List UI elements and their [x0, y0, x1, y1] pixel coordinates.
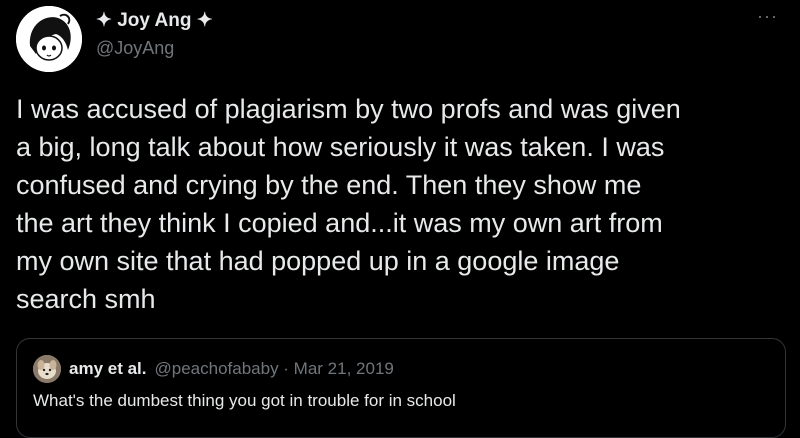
tweet-text-line: a big, long talk about how seriously it …: [16, 132, 665, 162]
tweet-text: I was accused of plagiarism by two profs…: [16, 90, 788, 318]
quoted-tweet-header: amy et al. @peachofababy · Mar 21, 2019: [33, 355, 394, 383]
author-handle[interactable]: @JoyAng: [96, 38, 213, 58]
more-options-icon[interactable]: ···: [757, 6, 778, 27]
tweet-text-line: the art they think I copied and...it was…: [16, 208, 663, 238]
quoted-author-meta[interactable]: @peachofababy · Mar 21, 2019: [155, 359, 394, 379]
author-avatar[interactable]: [16, 6, 82, 72]
tweet-card: ✦ Joy Ang ✦ @JoyAng ··· I was accused of…: [0, 0, 800, 438]
dog-avatar-icon: [33, 355, 61, 383]
tweet-text-line: my own site that had popped up in a goog…: [16, 246, 620, 276]
quoted-tweet[interactable]: amy et al. @peachofababy · Mar 21, 2019 …: [16, 338, 786, 438]
tweet-text-line: I was accused of plagiarism by two profs…: [16, 94, 681, 124]
tweet-text-line: confused and crying by the end. Then the…: [16, 170, 642, 200]
author-display-name[interactable]: ✦ Joy Ang ✦: [96, 10, 213, 32]
quoted-author-avatar[interactable]: [33, 355, 61, 383]
tweet-text-line: search smh: [16, 284, 156, 314]
quoted-tweet-text: What's the dumbest thing you got in trou…: [33, 391, 456, 410]
quoted-author-display-name[interactable]: amy et al.: [69, 359, 147, 379]
tweet-author: ✦ Joy Ang ✦ @JoyAng: [96, 10, 213, 58]
avatar-illustration-icon: [16, 6, 82, 72]
